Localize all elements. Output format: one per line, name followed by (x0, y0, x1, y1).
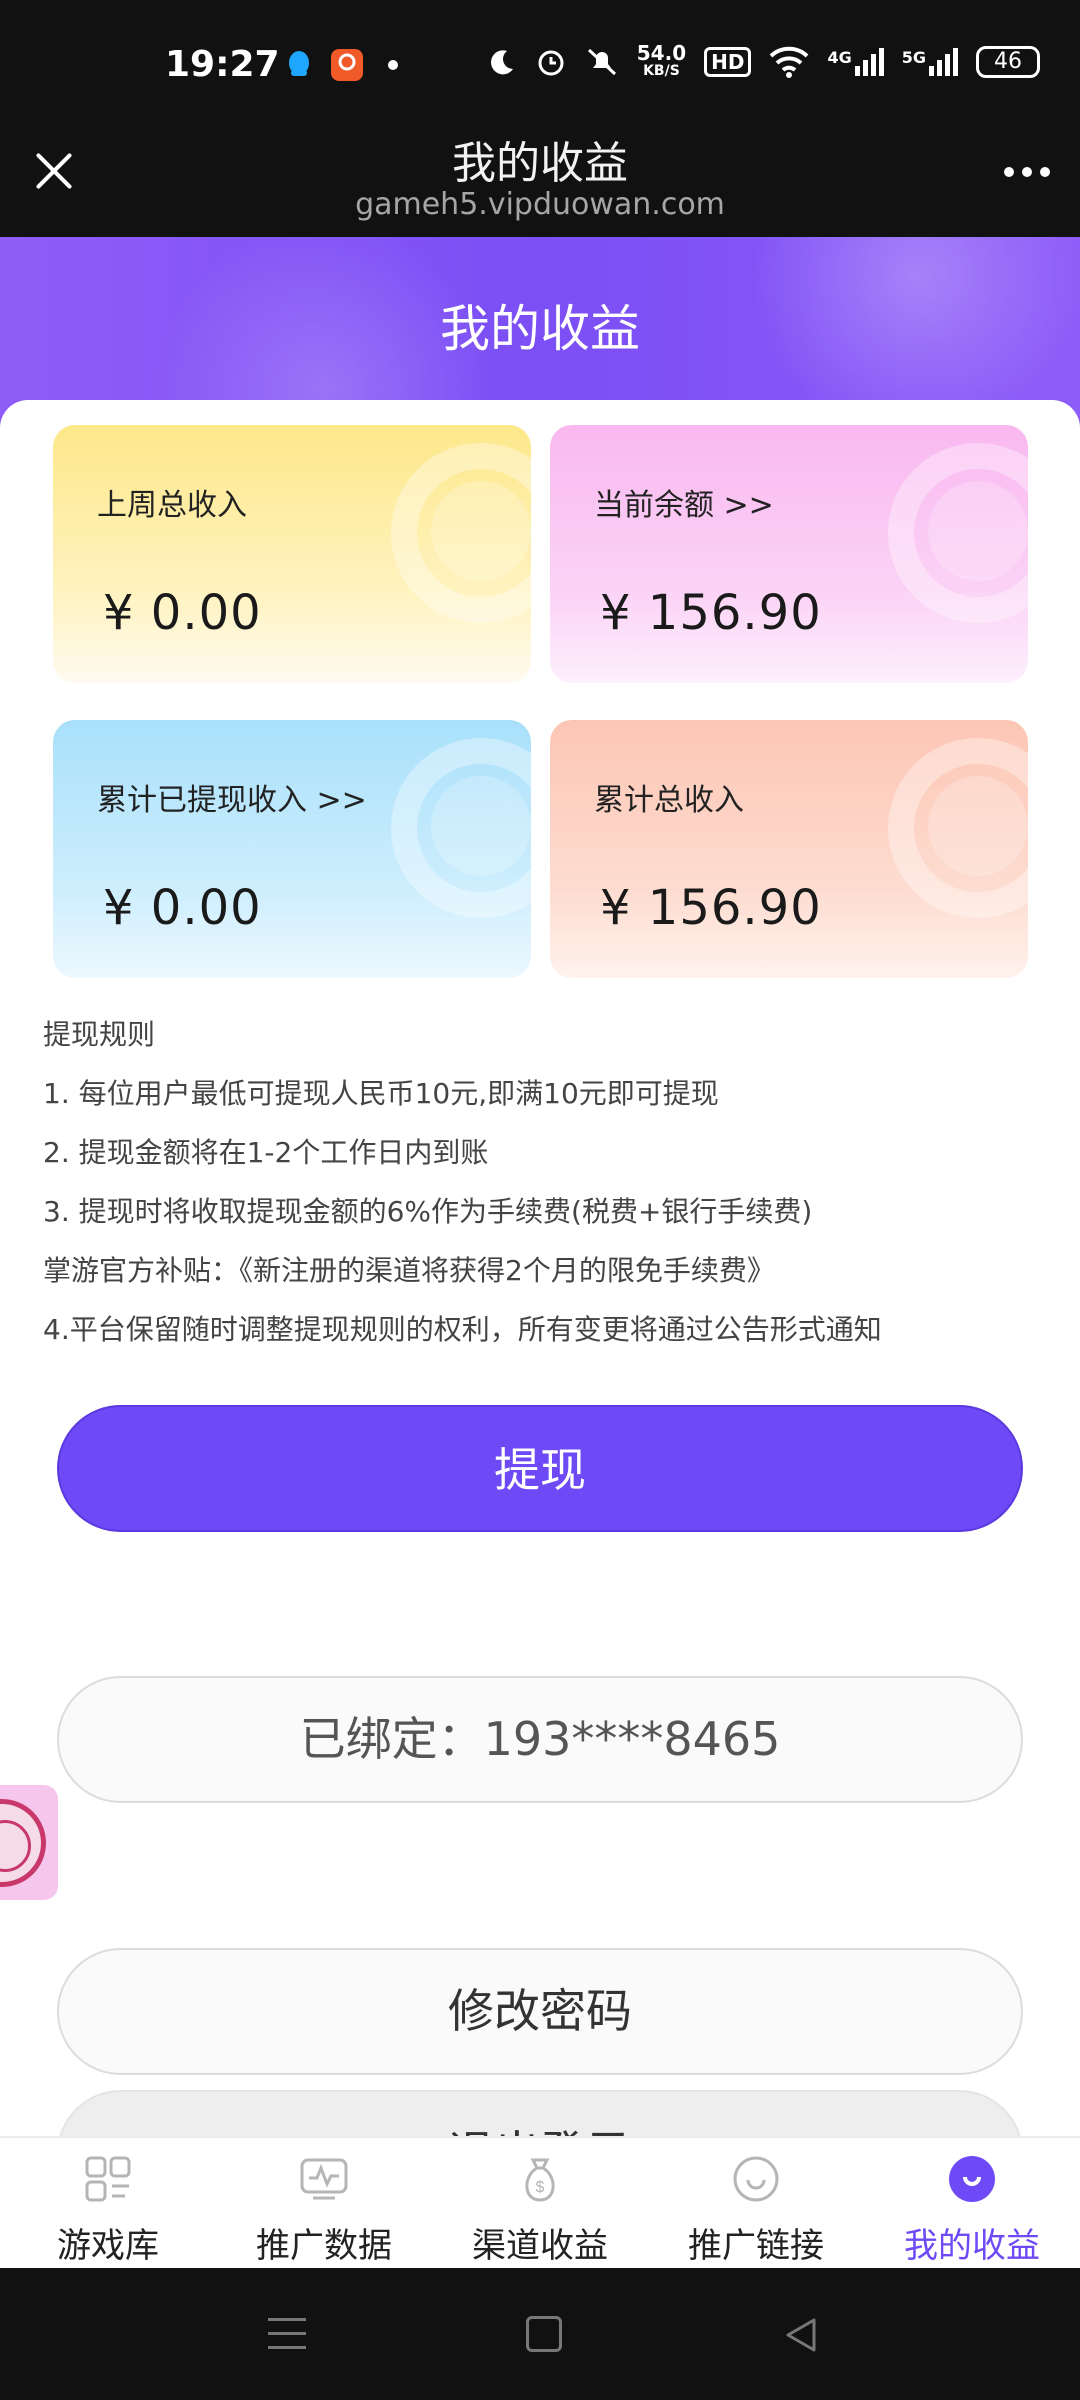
seal-icon (0, 1799, 46, 1887)
card-total-income: 累计总收入 ¥ 156.90 (550, 720, 1028, 978)
battery-indicator: 46 (976, 46, 1040, 78)
tab-label: 推广数据 (256, 2226, 392, 2266)
hd-badge: HD (704, 47, 752, 77)
card-label: 上周总收入 (97, 488, 247, 523)
change-password-button[interactable]: 修改密码 (57, 1948, 1023, 2075)
alarm-icon (538, 50, 564, 76)
back-button[interactable] (782, 2316, 820, 2354)
card-label: 累计已提现收入 >> (97, 783, 367, 818)
card-last-week-income: 上周总收入 ¥ 0.00 (53, 425, 531, 683)
qq-icon (289, 51, 309, 76)
rules-title: 提现规则 (43, 1018, 156, 1051)
card-current-balance[interactable]: 当前余额 >> ¥ 156.90 (550, 425, 1028, 683)
browser-header: 我的收益 gameh5.vipduowan.com (0, 115, 1080, 237)
rule-item: 掌游官方补贴：《新注册的渠道将获得2个月的限免手续费》 (43, 1254, 775, 1287)
more-dot-icon (1004, 167, 1014, 177)
tab-promo-data[interactable]: 推广数据 (216, 2138, 432, 2270)
card-value: ¥ 156.90 (600, 585, 822, 641)
money-bag-icon: $ (525, 2158, 555, 2202)
card-value: ¥ 0.00 (103, 880, 262, 936)
rule-item: 1. 每位用户最低可提现人民币10元,即满10元即可提现 (43, 1077, 719, 1110)
network-speed: 54.0 KB/S (636, 41, 687, 79)
browser-url: gameh5.vipduowan.com (355, 187, 725, 222)
tab-promo-link[interactable]: 推广链接 (648, 2138, 864, 2270)
app-icon (331, 49, 363, 81)
card-label: 累计总收入 (594, 783, 744, 818)
rule-item: 3. 提现时将收取提现金额的6%作为手续费(税费+银行手续费) (43, 1195, 813, 1228)
tab-label: 渠道收益 (472, 2226, 608, 2266)
status-system-icons: 54.0 KB/S HD 4G 5G 46 (487, 41, 1040, 80)
more-dot-icon (1040, 167, 1050, 177)
signal-4g: 4G (827, 48, 884, 76)
signal-5g: 5G (902, 48, 958, 76)
more-notifications-dot (388, 60, 398, 70)
card-value: ¥ 0.00 (103, 585, 262, 641)
tab-my-earnings[interactable]: 我的收益 (864, 2138, 1080, 2270)
card-value: ¥ 156.90 (600, 880, 822, 936)
more-dot-icon (1022, 167, 1032, 177)
wifi-icon (770, 46, 809, 78)
status-notification-icons (282, 48, 398, 82)
logout-button[interactable]: 退出登录 (57, 2090, 1023, 2136)
page-title: 我的收益 (440, 300, 640, 358)
floating-seal-button[interactable] (0, 1785, 58, 1900)
browser-title: 我的收益 (452, 138, 628, 189)
smile-icon (733, 2156, 779, 2202)
rule-item: 4.平台保留随时调整提现规则的权利，所有变更将通过公告形式通知 (43, 1313, 882, 1346)
tab-label: 游戏库 (57, 2226, 159, 2266)
tab-channel-earnings[interactable]: $ 渠道收益 (432, 2138, 648, 2270)
earnings-content: 上周总收入 ¥ 0.00 当前余额 >> ¥ 156.90 累计已提现收入 >>… (0, 400, 1080, 2136)
recent-apps-button[interactable] (268, 2318, 306, 2352)
mute-icon (587, 48, 616, 76)
tab-label: 推广链接 (688, 2226, 824, 2266)
bound-account-button[interactable]: 已绑定：193****8465 (57, 1676, 1023, 1803)
home-button[interactable] (526, 2316, 562, 2352)
status-time: 19:27 (165, 44, 280, 85)
chart-icon (300, 2158, 348, 2200)
withdraw-button[interactable]: 提现 (57, 1405, 1023, 1532)
tab-game-library[interactable]: 游戏库 (0, 2138, 216, 2270)
svg-text:$: $ (536, 2179, 545, 2196)
profile-icon (949, 2156, 995, 2202)
rule-item: 2. 提现金额将在1-2个工作日内到账 (43, 1136, 489, 1169)
page-header: 我的收益 (0, 237, 1080, 427)
tab-label: 我的收益 (904, 2226, 1040, 2266)
system-navigation-bar (0, 2268, 1080, 2400)
grid-icon (85, 2156, 131, 2202)
moon-icon (490, 50, 513, 75)
card-withdrawn-income[interactable]: 累计已提现收入 >> ¥ 0.00 (53, 720, 531, 978)
more-options-button[interactable] (1004, 167, 1050, 177)
card-label: 当前余额 >> (594, 488, 774, 523)
bottom-tab-bar: 游戏库 推广数据 $ 渠道收益 推广链接 我的收益 (0, 2136, 1080, 2268)
withdraw-rules: 提现规则 1. 每位用户最低可提现人民币10元,即满10元即可提现 2. 提现金… (43, 1015, 1043, 1369)
